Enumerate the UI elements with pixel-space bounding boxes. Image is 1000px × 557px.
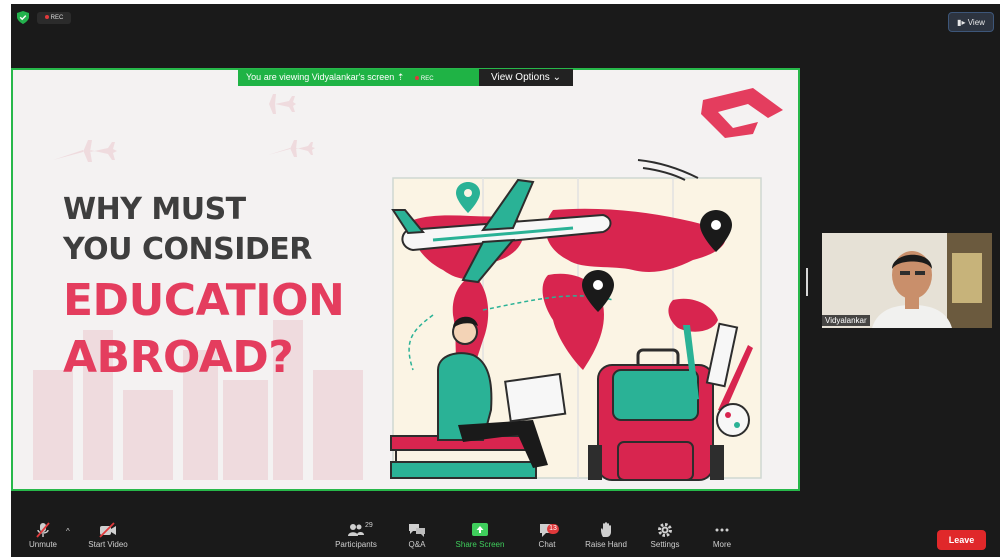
share-screen-icon bbox=[472, 523, 488, 536]
chat-label: Chat bbox=[538, 540, 556, 549]
settings-label: Settings bbox=[650, 540, 680, 549]
chevron-down-icon: ⌄ bbox=[552, 72, 561, 83]
view-icon: ▮▸ bbox=[957, 18, 966, 27]
participants-button[interactable]: 29 Participants bbox=[329, 522, 383, 549]
view-label: View bbox=[967, 18, 985, 27]
chat-unread-badge: 13 bbox=[547, 524, 559, 534]
record-dot-icon bbox=[44, 15, 49, 20]
view-options-label: View Options bbox=[491, 72, 550, 83]
share-rec-label: REC bbox=[420, 76, 434, 82]
screen-share-banner-text: You are viewing Vidyalankar's screen bbox=[246, 72, 395, 82]
raise-hand-button[interactable]: Raise Hand bbox=[581, 522, 631, 549]
recording-indicator[interactable]: REC bbox=[37, 12, 71, 24]
presentation-slide: WHY MUST YOU CONSIDER EDUCATION ABROAD? bbox=[13, 70, 798, 489]
video-off-icon bbox=[99, 522, 116, 538]
slide-headline-line3: EDUCATION bbox=[63, 275, 345, 326]
panel-splitter[interactable] bbox=[806, 268, 808, 296]
participants-count: 29 bbox=[365, 522, 373, 529]
vidyalankar-logo bbox=[701, 88, 783, 138]
participants-icon bbox=[348, 524, 364, 536]
shared-screen: WHY MUST YOU CONSIDER EDUCATION ABROAD? bbox=[11, 68, 800, 491]
participant-name-label: Vidyalankar bbox=[822, 315, 870, 326]
slide-headline-line2: YOU CONSIDER bbox=[63, 232, 312, 267]
more-label: More bbox=[712, 540, 732, 549]
unmute-button[interactable]: Unmute bbox=[23, 522, 63, 549]
record-dot-icon bbox=[414, 76, 419, 81]
participants-label: Participants bbox=[335, 540, 377, 549]
slide-headline-line1: WHY MUST bbox=[63, 192, 246, 227]
settings-button[interactable]: Settings bbox=[647, 522, 683, 549]
more-button[interactable]: More bbox=[709, 522, 735, 549]
view-button[interactable]: ▮▸ View bbox=[948, 12, 994, 32]
screen-share-banner: You are viewing Vidyalankar's screen ⇡ R… bbox=[238, 69, 479, 86]
pin-icon[interactable]: ⇡ bbox=[397, 72, 405, 82]
unmute-label: Unmute bbox=[28, 540, 57, 549]
meeting-toolbar: Unmute ^ Start Video 29 Participants Q&A… bbox=[11, 519, 1000, 557]
microphone-muted-icon bbox=[36, 522, 50, 538]
audio-options-caret-icon[interactable]: ^ bbox=[66, 527, 70, 536]
qa-icon bbox=[409, 524, 425, 537]
qa-button[interactable]: Q&A bbox=[403, 522, 431, 549]
start-video-button[interactable]: Start Video bbox=[83, 522, 133, 549]
slide-headline-line4: ABROAD? bbox=[63, 332, 294, 383]
meeting-window: REC ▮▸ View WHY MUST YOU CONSIDER EDUCAT… bbox=[11, 4, 1000, 557]
raise-hand-label: Raise Hand bbox=[585, 540, 627, 549]
share-rec-indicator: REC bbox=[414, 71, 434, 88]
participant-video bbox=[822, 233, 992, 328]
qa-label: Q&A bbox=[408, 540, 426, 549]
more-dots-icon bbox=[715, 528, 729, 532]
participant-video-tile[interactable]: Vidyalankar bbox=[822, 233, 992, 328]
start-video-label: Start Video bbox=[88, 540, 128, 549]
shield-icon[interactable] bbox=[17, 11, 29, 24]
view-options-button[interactable]: View Options ⌄ bbox=[479, 69, 573, 86]
share-screen-label: Share Screen bbox=[455, 540, 505, 549]
hand-icon bbox=[601, 522, 611, 537]
share-screen-button[interactable]: Share Screen bbox=[451, 522, 509, 549]
recording-label: REC bbox=[50, 15, 64, 21]
leave-button[interactable]: Leave bbox=[937, 530, 986, 550]
top-bar: REC ▮▸ View bbox=[11, 4, 1000, 32]
chat-button[interactable]: 13 Chat bbox=[533, 522, 561, 549]
gear-icon bbox=[658, 523, 672, 537]
